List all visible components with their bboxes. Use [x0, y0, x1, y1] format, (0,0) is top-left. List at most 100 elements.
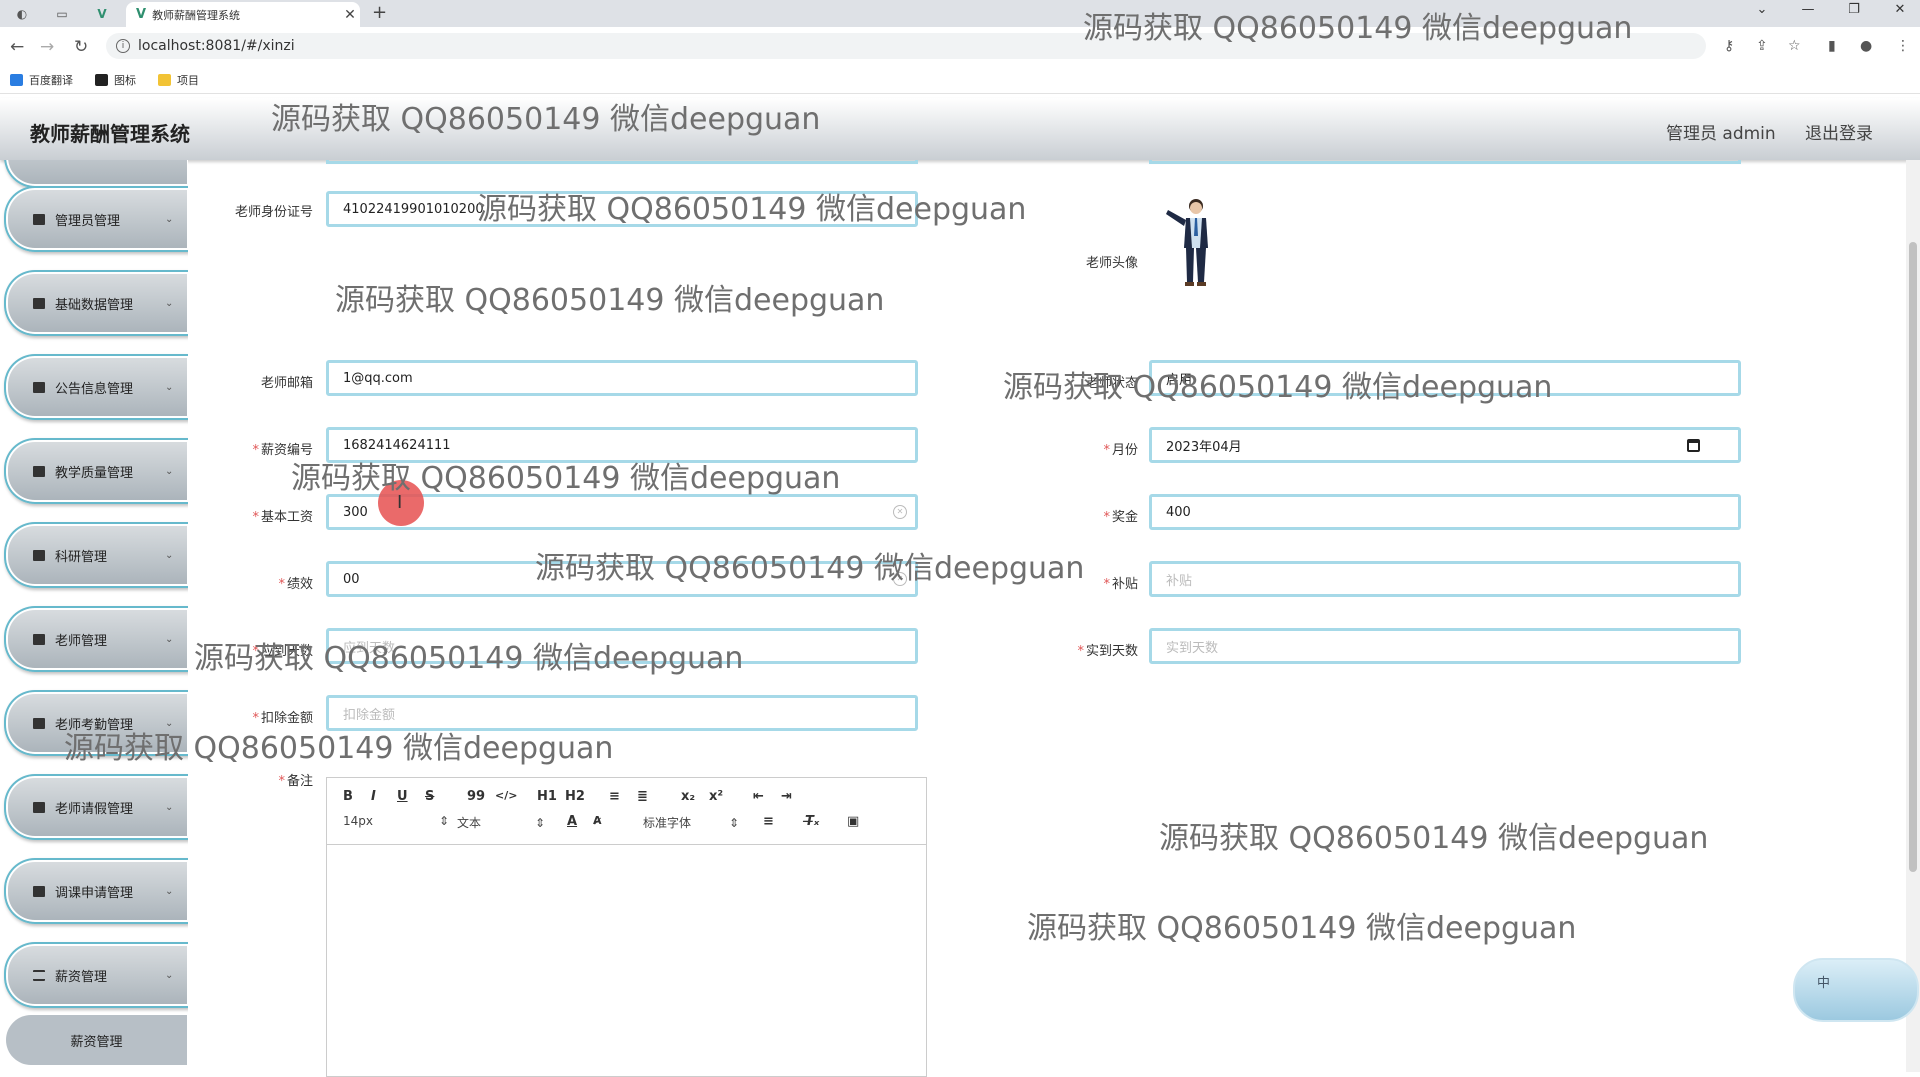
restore-button[interactable]: ❐ — [1844, 2, 1864, 17]
font-color-icon[interactable]: A — [567, 814, 577, 829]
watermark-text: 源码获取 QQ86050149 微信deepguan — [1003, 370, 1553, 405]
clear-input-icon[interactable]: ✕ — [893, 505, 907, 519]
sidebar-item-research[interactable]: 科研管理 ⌄ — [4, 522, 188, 588]
sidebar-item-basic-data[interactable]: 基础数据管理 ⌄ — [4, 270, 188, 336]
star-icon[interactable]: ☆ — [1788, 38, 1801, 54]
strike-icon[interactable]: S — [425, 789, 434, 804]
background-color-icon[interactable]: A̷ — [593, 814, 602, 827]
tab-search-icon[interactable]: ⌄ — [1752, 2, 1772, 17]
browser-history-icon[interactable]: ◐ — [8, 4, 36, 23]
vue-tab-icon[interactable]: V — [88, 4, 116, 23]
avatar-label: 老师头像 — [1085, 256, 1138, 271]
share-icon[interactable]: ⇪ — [1756, 38, 1768, 54]
sidebar-item-teacher[interactable]: 老师管理 ⌄ — [4, 606, 188, 672]
grid-icon — [33, 717, 45, 729]
partial-input-top-left — [326, 160, 918, 164]
font-size-select[interactable]: 14px ⇕ — [343, 814, 449, 828]
sidebar-item-salary[interactable]: 薪资管理 ⌄ — [4, 942, 188, 1008]
actual-days-field[interactable]: 实到天数 — [1149, 628, 1741, 664]
id-card-value: 41022419901010200 — [343, 201, 484, 217]
sidebar-item-label: 调课申请管理 — [55, 885, 134, 901]
clear-format-icon[interactable]: T̶ₓ — [805, 814, 819, 829]
underline-icon[interactable]: U — [397, 789, 408, 804]
h1-icon[interactable]: H1 — [537, 789, 557, 804]
ordered-list-icon[interactable]: ≡ — [609, 789, 620, 804]
profile-icon[interactable]: ● — [1860, 38, 1872, 54]
actual-days-label: * 实到天数 — [1077, 644, 1138, 659]
bonus-field[interactable]: 400 — [1149, 494, 1741, 530]
forward-icon[interactable]: → — [40, 37, 54, 57]
browser-pinned-tab[interactable]: ▭ — [48, 4, 76, 23]
month-date-field[interactable]: 2023年04月 — [1149, 427, 1741, 463]
subscript-icon[interactable]: x₂ — [681, 789, 695, 804]
reload-icon[interactable]: ↻ — [74, 37, 88, 57]
sidebar-item-course-change[interactable]: 调课申请管理 ⌄ — [4, 858, 188, 924]
bonus-label: * 奖金 — [1103, 510, 1138, 525]
sidebar-item-partial[interactable] — [4, 160, 188, 188]
align-icon[interactable]: ≡ — [763, 814, 774, 829]
floating-assistant-widget[interactable]: 中 — [1793, 958, 1919, 1022]
bookmark-label: 图标 — [114, 74, 136, 87]
sidebar-item-teaching-quality[interactable]: 教学质量管理 ⌄ — [4, 438, 188, 504]
sidebar-item-admin[interactable]: 管理员管理 ⌄ — [4, 186, 188, 252]
chevron-down-icon: ⌄ — [165, 885, 174, 897]
logout-link[interactable]: 退出登录 — [1805, 119, 1873, 144]
month-value: 2023年04月 — [1166, 439, 1242, 455]
font-family-select[interactable]: 标准字体 ⇕ — [643, 814, 739, 831]
page-scrollbar-thumb[interactable] — [1909, 242, 1917, 872]
chevron-down-icon: ⌄ — [165, 213, 174, 225]
quote-icon[interactable]: 99 — [467, 789, 485, 804]
rich-text-editor[interactable]: B I U S 99 </> H1 H2 ≡ ≣ x₂ x² ⇤ ⇥ 14px ⇕… — [326, 777, 927, 1077]
chevron-down-icon: ⌄ — [165, 969, 174, 981]
key-icon[interactable]: ⚷ — [1724, 38, 1734, 54]
bookmark-item[interactable]: 百度翻译 — [10, 72, 73, 88]
bold-icon[interactable]: B — [343, 789, 353, 804]
superscript-icon[interactable]: x² — [709, 789, 723, 804]
h2-icon[interactable]: H2 — [565, 789, 585, 804]
close-tab-icon[interactable]: ✕ — [340, 7, 360, 23]
code-icon[interactable]: </> — [495, 789, 517, 802]
calendar-icon[interactable] — [1687, 439, 1700, 452]
window-close-button[interactable]: ✕ — [1890, 2, 1910, 17]
back-icon[interactable]: ← — [10, 37, 24, 57]
clipboard-icon — [33, 549, 45, 561]
indent-icon[interactable]: ⇥ — [781, 789, 792, 804]
image-insert-icon[interactable]: ▣ — [847, 814, 859, 829]
image-icon — [95, 74, 108, 86]
bonus-value: 400 — [1166, 504, 1191, 520]
header-select[interactable]: 文本 ⇕ — [457, 814, 545, 831]
sidebar-item-leave[interactable]: 老师请假管理 ⌄ — [4, 774, 188, 840]
editor-toolbar: B I U S 99 </> H1 H2 ≡ ≣ x₂ x² ⇤ ⇥ 14px ⇕… — [327, 778, 926, 845]
watermark-text: 源码获取 QQ86050149 微信deepguan — [271, 102, 821, 137]
side-panel-icon[interactable]: ▮ — [1828, 38, 1836, 54]
bullet-list-icon[interactable]: ≣ — [637, 789, 648, 804]
deduction-placeholder: 扣除金额 — [343, 707, 396, 723]
vue-favicon-icon: V — [136, 7, 147, 22]
bookmark-folder[interactable]: 项目 — [158, 72, 199, 88]
watermark-text: 源码获取 QQ86050149 微信deepguan — [335, 283, 885, 318]
watermark-text: 源码获取 QQ86050149 微信deepguan — [535, 551, 1085, 586]
base-salary-label: * 基本工资 — [252, 510, 313, 525]
actual-days-placeholder: 实到天数 — [1166, 640, 1219, 656]
monitor-icon — [33, 885, 45, 897]
site-info-icon[interactable]: i — [116, 39, 130, 53]
translate-icon — [10, 74, 23, 86]
remark-label: * 备注 — [278, 774, 313, 789]
italic-icon[interactable]: I — [371, 789, 376, 804]
email-field[interactable]: 1@qq.com — [326, 360, 918, 396]
browser-tab-active[interactable]: V 教师薪酬管理系统 ✕ — [126, 2, 360, 27]
minimize-button[interactable]: — — [1798, 2, 1818, 17]
sidebar-item-label: 老师管理 — [55, 633, 108, 649]
bookmark-item[interactable]: 图标 — [95, 72, 136, 88]
submenu-item-salary[interactable]: 薪资管理 — [6, 1015, 187, 1065]
sidebar-item-label: 公告信息管理 — [55, 381, 134, 397]
sliders-icon — [33, 969, 45, 981]
database-icon — [33, 297, 45, 309]
sidebar-item-notice[interactable]: 公告信息管理 ⌄ — [4, 354, 188, 420]
outdent-icon[interactable]: ⇤ — [753, 789, 764, 804]
watermark-text: 源码获取 QQ86050149 微信deepguan — [1083, 11, 1633, 46]
menu-dots-icon[interactable]: ⋮ — [1896, 38, 1910, 54]
teacher-avatar-image[interactable] — [1160, 196, 1230, 288]
new-tab-button[interactable]: + — [372, 2, 387, 23]
subsidy-field[interactable]: 补贴 — [1149, 561, 1741, 597]
